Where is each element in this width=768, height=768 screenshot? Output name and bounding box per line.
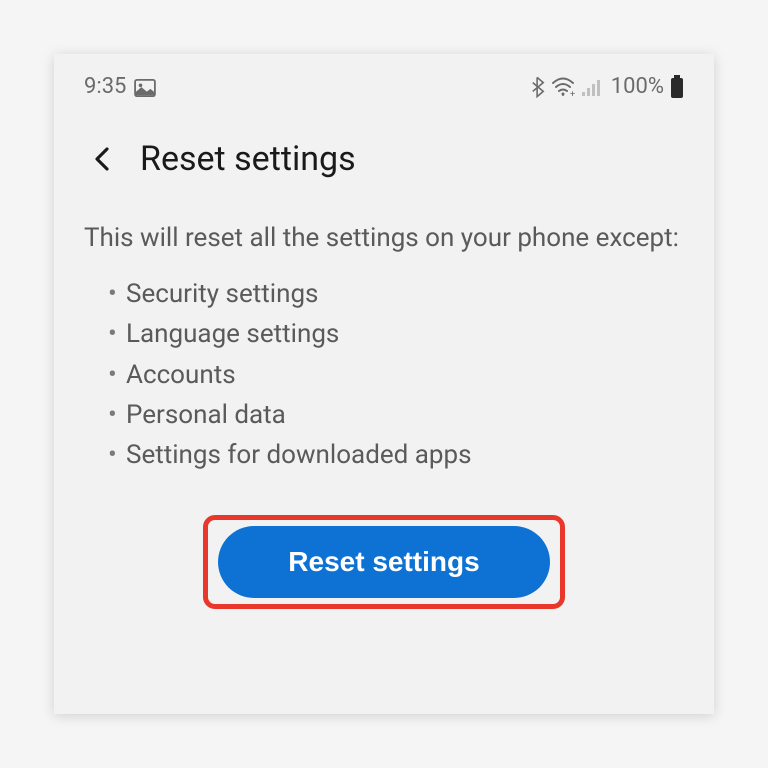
list-item: Security settings [108,274,684,314]
description-text: This will reset all the settings on your… [84,219,684,258]
battery-icon [670,75,684,99]
list-item: Settings for downloaded apps [108,435,684,475]
status-bar-right: + 100% [531,74,684,99]
list-item: Accounts [108,355,684,395]
list-item: Language settings [108,314,684,354]
status-bar-left: 9:35 [84,74,156,99]
battery-percent: 100% [611,74,664,99]
button-wrapper: Reset settings [84,515,684,609]
signal-icon [581,77,605,97]
content-area: This will reset all the settings on your… [54,199,714,629]
reset-settings-button[interactable]: Reset settings [218,526,549,598]
svg-text:+: + [570,90,575,97]
page-title: Reset settings [140,139,356,179]
page-header: Reset settings [54,109,714,199]
phone-screen: 9:35 + [54,54,714,714]
exception-list: Security settings Language settings Acco… [84,274,684,475]
status-time: 9:35 [84,74,126,99]
image-notification-icon [134,78,156,96]
annotation-highlight: Reset settings [203,515,564,609]
bluetooth-icon [531,76,545,98]
back-button[interactable] [84,141,120,177]
wifi-icon: + [551,77,575,97]
list-item: Personal data [108,395,684,435]
status-bar: 9:35 + [54,54,714,109]
